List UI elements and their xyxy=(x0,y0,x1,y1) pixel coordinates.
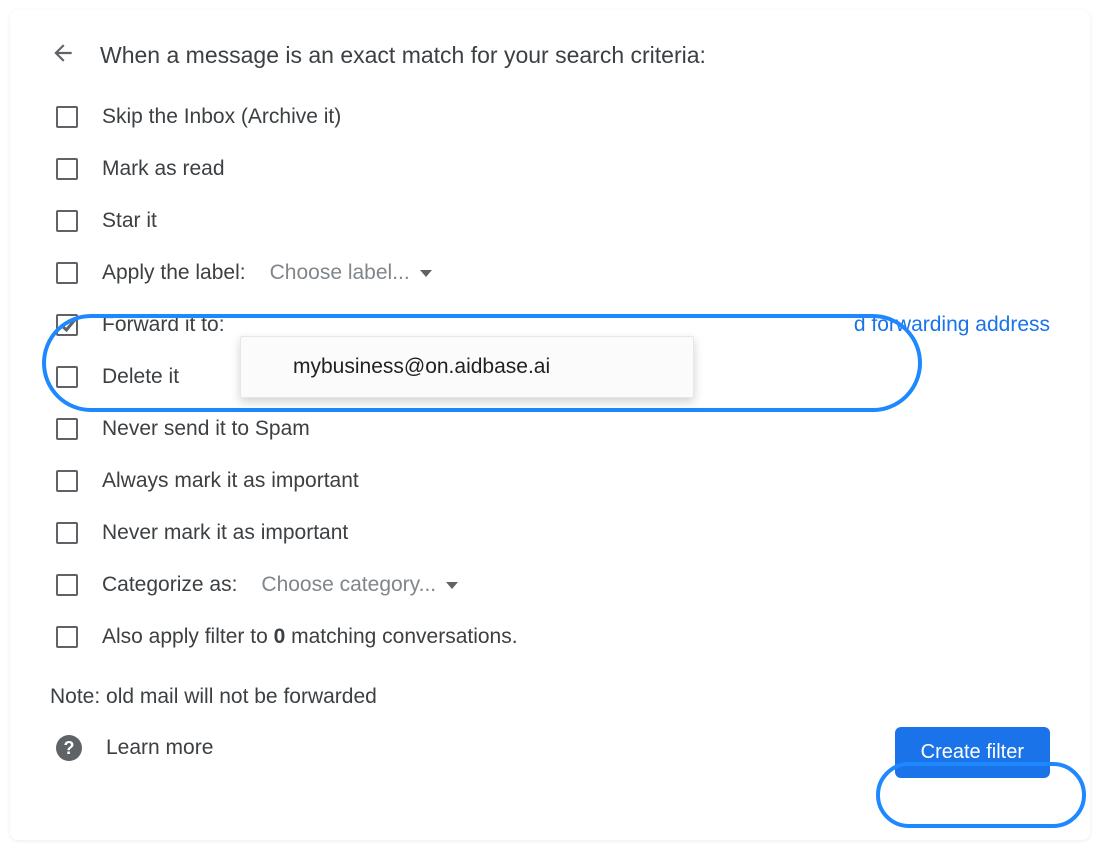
label-never-important: Never mark it as important xyxy=(102,521,348,545)
apply-label-select[interactable]: Choose label... xyxy=(270,261,432,285)
checkbox-skip-inbox[interactable] xyxy=(56,106,78,128)
checkbox-forward-it[interactable] xyxy=(56,314,78,336)
label-always-important: Always mark it as important xyxy=(102,469,359,493)
checkbox-never-spam[interactable] xyxy=(56,418,78,440)
add-forwarding-address-link[interactable]: d forwarding address xyxy=(854,313,1050,337)
option-forward-it: Forward it to: d forwarding address xyxy=(50,313,1050,337)
header-title: When a message is an exact match for you… xyxy=(100,42,706,69)
option-also-apply: Also apply filter to 0 matching conversa… xyxy=(50,625,1050,649)
label-also-apply: Also apply filter to 0 matching conversa… xyxy=(102,625,518,649)
option-mark-read: Mark as read xyxy=(50,157,1050,181)
option-categorize: Categorize as: Choose category... xyxy=(50,573,1050,597)
label-forward-it-prefix: Forward it to: xyxy=(102,313,225,337)
also-apply-after: matching conversations. xyxy=(285,625,517,648)
checkbox-always-important[interactable] xyxy=(56,470,78,492)
also-apply-before: Also apply filter to xyxy=(102,625,274,648)
header-row: When a message is an exact match for you… xyxy=(50,40,1050,71)
checkbox-mark-read[interactable] xyxy=(56,158,78,180)
label-skip-inbox: Skip the Inbox (Archive it) xyxy=(102,105,341,129)
create-filter-button[interactable]: Create filter xyxy=(895,727,1050,778)
label-never-spam: Never send it to Spam xyxy=(102,417,310,441)
chevron-down-icon xyxy=(420,270,432,277)
option-never-spam: Never send it to Spam xyxy=(50,417,1050,441)
option-apply-label: Apply the label: Choose label... xyxy=(50,261,1050,285)
learn-more-link[interactable]: Learn more xyxy=(106,736,213,760)
apply-label-select-text: Choose label... xyxy=(270,261,410,285)
filter-actions-panel: When a message is an exact match for you… xyxy=(10,10,1090,840)
checkbox-also-apply[interactable] xyxy=(56,626,78,648)
option-star-it: Star it xyxy=(50,209,1050,233)
checkbox-apply-label[interactable] xyxy=(56,262,78,284)
label-star-it: Star it xyxy=(102,209,157,233)
checkbox-categorize[interactable] xyxy=(56,574,78,596)
checkbox-never-important[interactable] xyxy=(56,522,78,544)
checkbox-delete-it[interactable] xyxy=(56,366,78,388)
option-always-important: Always mark it as important xyxy=(50,469,1050,493)
footer-row: ? Learn more Create filter xyxy=(50,735,1050,761)
option-never-important: Never mark it as important xyxy=(50,521,1050,545)
forward-address-value: mybusiness@on.aidbase.ai xyxy=(293,355,550,379)
help-icon[interactable]: ? xyxy=(56,735,82,761)
label-apply-label-prefix: Apply the label: xyxy=(102,261,246,285)
also-apply-count: 0 xyxy=(274,625,286,648)
categorize-select-text: Choose category... xyxy=(261,573,436,597)
label-categorize-prefix: Categorize as: xyxy=(102,573,237,597)
forward-address-dropdown-item[interactable]: mybusiness@on.aidbase.ai xyxy=(240,336,694,398)
chevron-down-icon xyxy=(446,582,458,589)
categorize-select[interactable]: Choose category... xyxy=(261,573,458,597)
label-mark-read: Mark as read xyxy=(102,157,225,181)
back-arrow-icon[interactable] xyxy=(50,40,76,71)
note-text: Note: old mail will not be forwarded xyxy=(50,685,1050,709)
option-skip-inbox: Skip the Inbox (Archive it) xyxy=(50,105,1050,129)
label-delete-it: Delete it xyxy=(102,365,179,389)
checkbox-star-it[interactable] xyxy=(56,210,78,232)
